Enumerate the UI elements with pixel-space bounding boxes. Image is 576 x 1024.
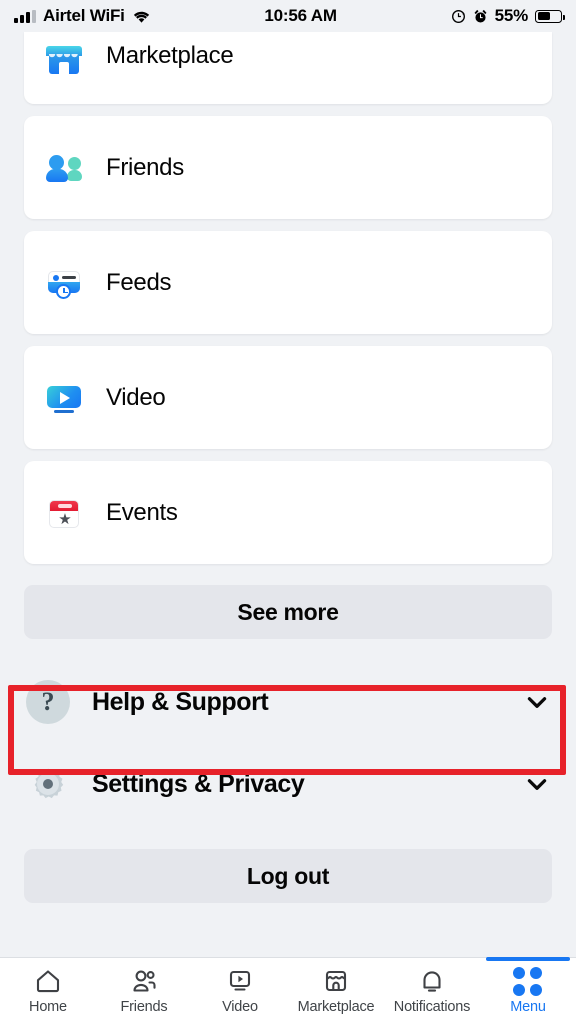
home-icon: [36, 970, 60, 993]
tab-label: Notifications: [393, 999, 471, 1015]
tab-label: Friends: [120, 999, 168, 1015]
events-icon: ★: [46, 495, 82, 531]
status-bar-left: Airtel WiFi: [14, 6, 151, 26]
battery-icon: [535, 9, 565, 23]
menu-row-help-support[interactable]: ? Help & Support: [0, 661, 576, 743]
chevron-down-icon[interactable]: [524, 689, 550, 715]
tab-home[interactable]: Home: [0, 958, 96, 1024]
menu-row-label: Settings & Privacy: [92, 769, 305, 798]
question-mark-icon: ?: [26, 680, 70, 724]
feeds-icon: [46, 265, 82, 301]
menu-card-feeds[interactable]: Feeds: [24, 231, 552, 334]
status-bar-right: 55%: [451, 6, 565, 26]
menu-card-label: Marketplace: [106, 42, 234, 69]
wifi-icon: [133, 11, 149, 23]
tab-video[interactable]: Video: [192, 958, 288, 1024]
alarm-icon: [474, 9, 487, 22]
app-screen: Airtel WiFi 10:56 AM 55% Marketplace Fri…: [0, 0, 576, 1024]
menu-card-label: Video: [106, 383, 166, 411]
marketplace-outline-icon: [325, 970, 347, 992]
menu-row-label: Help & Support: [92, 687, 269, 716]
video-icon: [46, 380, 82, 416]
menu-scroll-area[interactable]: Marketplace Friends Feeds Video ★ Events…: [0, 32, 576, 957]
menu-card-marketplace[interactable]: Marketplace: [24, 32, 552, 104]
status-bar-center: 10:56 AM: [151, 6, 451, 26]
bell-icon: [423, 971, 441, 992]
bottom-tab-bar: Home Friends Video Marketplace Notificat…: [0, 957, 576, 1024]
friends-icon: [46, 150, 82, 186]
menu-card-friends[interactable]: Friends: [24, 116, 552, 219]
status-bar: Airtel WiFi 10:56 AM 55%: [0, 0, 576, 32]
tab-label: Menu: [510, 999, 546, 1015]
active-tab-indicator: [485, 957, 571, 961]
carrier-label: Airtel WiFi: [43, 6, 125, 25]
menu-card-label: Events: [106, 498, 178, 526]
menu-card-video[interactable]: Video: [24, 346, 552, 449]
rotation-lock-icon: [451, 9, 465, 23]
tab-label: Marketplace: [297, 999, 375, 1015]
tab-label: Video: [222, 999, 258, 1015]
menu-card-label: Feeds: [106, 268, 172, 296]
battery-percent-label: 55%: [494, 6, 529, 25]
clock-label: 10:56 AM: [264, 6, 337, 25]
marketplace-icon: [46, 42, 82, 78]
battery-fill: [537, 12, 550, 20]
video-outline-icon: [229, 970, 251, 991]
gear-icon: [26, 762, 70, 806]
log-out-button[interactable]: Log out: [24, 849, 552, 903]
signal-icon: [14, 9, 36, 23]
friends-outline-icon: [133, 970, 156, 992]
menu-row-settings-privacy[interactable]: Settings & Privacy: [0, 743, 576, 825]
tab-friends[interactable]: Friends: [96, 958, 192, 1024]
tab-notifications[interactable]: Notifications: [384, 958, 480, 1024]
chevron-down-icon[interactable]: [524, 771, 550, 797]
see-more-button[interactable]: See more: [24, 585, 552, 639]
tab-menu[interactable]: Menu: [480, 957, 576, 1024]
tab-marketplace[interactable]: Marketplace: [288, 958, 384, 1024]
menu-card-label: Friends: [106, 153, 184, 181]
menu-card-events[interactable]: ★ Events: [24, 461, 552, 564]
tab-label: Home: [29, 999, 67, 1015]
menu-grid-icon: [513, 967, 543, 996]
